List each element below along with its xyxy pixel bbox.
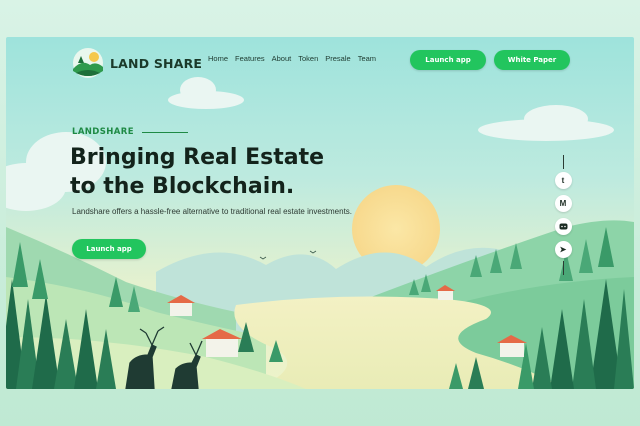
main-nav: Home Features About Token Presale Team — [208, 54, 376, 63]
brand-logo[interactable]: LAND SHARE — [72, 47, 202, 79]
social-divider-bottom — [562, 261, 564, 275]
nav-about[interactable]: About — [272, 54, 292, 63]
landing-page: LAND SHARE Home Features About Token Pre… — [6, 37, 634, 389]
discord-icon[interactable] — [554, 218, 572, 235]
nav-token[interactable]: Token — [298, 54, 318, 63]
brand-name: LAND SHARE — [110, 55, 203, 71]
page-frame: LAND SHARE Home Features About Token Pre… — [0, 0, 640, 426]
telegram-icon[interactable]: ➤ — [554, 241, 572, 258]
medium-icon[interactable]: M — [554, 195, 572, 212]
eyebrow-label: LANDSHARE — [72, 127, 134, 137]
nav-features[interactable]: Features — [235, 54, 265, 63]
hero-eyebrow: LANDSHARE — [72, 127, 188, 137]
social-links: t M ➤ — [552, 155, 574, 275]
social-divider-top — [562, 155, 564, 169]
eyebrow-divider — [141, 131, 188, 133]
nav-presale[interactable]: Presale — [325, 54, 350, 63]
headline-line-2: to the Blockchain. — [70, 174, 295, 199]
nav-team[interactable]: Team — [358, 54, 376, 63]
land-share-logo-icon — [73, 48, 103, 78]
white-paper-button[interactable]: White Paper — [494, 50, 570, 70]
nav-home[interactable]: Home — [208, 54, 228, 63]
hero-description: Landshare offers a hassle-free alternati… — [72, 207, 353, 216]
hero-launch-app-button[interactable]: Launch app — [72, 239, 146, 259]
twitter-icon[interactable]: t — [554, 172, 572, 189]
launch-app-button[interactable]: Launch app — [410, 50, 486, 70]
headline-line-1: Bringing Real Estate — [70, 145, 325, 170]
hero-headline: Bringing Real Estate to the Blockchain. — [70, 143, 390, 201]
